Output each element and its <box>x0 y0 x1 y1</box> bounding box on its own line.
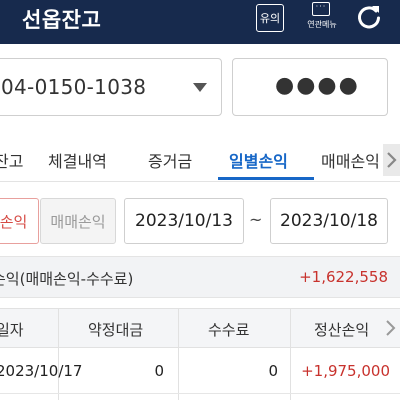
refresh-button[interactable] <box>354 2 384 32</box>
table-row[interactable]: 2023/10/17 0 0 +1,975,000 <box>0 350 400 394</box>
notice-button[interactable]: 유의 <box>256 4 284 32</box>
password-mask: ●●●● <box>275 73 360 98</box>
page-title: 선옵잔고 <box>22 8 102 32</box>
table-header: 일자 약정대금 수수료 정산손익 <box>0 308 400 348</box>
refresh-icon <box>358 6 380 29</box>
start-date-field[interactable]: 2023/10/13 <box>124 198 244 244</box>
tab-scroll-right-button[interactable] <box>383 144 400 176</box>
cell-fee: 0 <box>268 362 278 380</box>
dropdown-caret-icon <box>193 83 207 92</box>
chevron-right-icon <box>387 152 397 168</box>
table-scroll-right-button[interactable] <box>382 313 400 343</box>
tab-trading-pnl[interactable]: 매매손익 <box>321 148 380 172</box>
chevron-right-icon <box>386 320 396 336</box>
cell-settlement-pnl: +1,975,000 <box>301 362 390 380</box>
tab-bar: 잔고 체결내역 증거금 일별손익 매매손익 <box>0 138 400 182</box>
column-settlement-pnl: 정산손익 <box>314 321 370 339</box>
cell-contract-amount: 0 <box>154 362 164 380</box>
summary-value: +1,622,558 <box>299 268 388 286</box>
password-field[interactable]: ●●●● <box>232 58 388 116</box>
tab-margin[interactable]: 증거금 <box>148 148 192 172</box>
column-date: 일자 <box>0 321 24 339</box>
column-contract-amount: 약정대금 <box>88 321 144 339</box>
summary-label: 손익(매매손익-수수료) <box>0 270 134 288</box>
segment-pnl[interactable]: 손익 <box>0 198 39 244</box>
summary-row: 손익(매매손익-수수료) +1,622,558 <box>0 256 400 298</box>
account-number: 04-0150-1038 <box>1 75 147 99</box>
cell-date: 2023/10/17 <box>0 362 83 380</box>
related-menu-label: 연관메뉴 <box>307 20 337 29</box>
date-range-separator: ~ <box>249 210 263 229</box>
tab-daily-pnl[interactable]: 일별손익 <box>229 148 288 172</box>
app-header: 선옵잔고 유의 ··· 연관메뉴 <box>0 0 400 44</box>
segment-trading-pnl[interactable]: 매매손익 <box>40 198 116 244</box>
end-date-field[interactable]: 2023/10/18 <box>270 198 388 244</box>
more-icon: ··· <box>312 2 330 16</box>
active-tab-indicator <box>218 177 314 180</box>
tab-executions[interactable]: 체결내역 <box>48 148 107 172</box>
tab-balance[interactable]: 잔고 <box>0 148 23 172</box>
column-fee: 수수료 <box>208 321 250 339</box>
account-select[interactable]: 04-0150-1038 <box>0 58 222 116</box>
related-menu-button[interactable]: ··· 연관메뉴 <box>302 0 342 36</box>
